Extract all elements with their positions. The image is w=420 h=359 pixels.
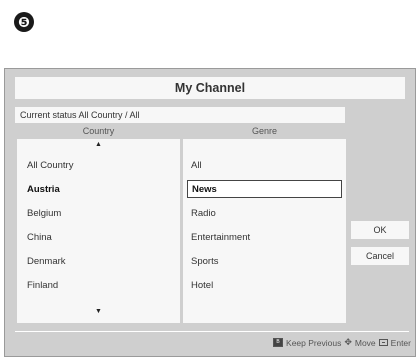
enter-key-icon	[378, 339, 388, 346]
country-item-china[interactable]: China	[27, 229, 52, 247]
genre-item-sports[interactable]: Sports	[191, 253, 218, 271]
dialog-title: My Channel	[15, 77, 405, 99]
country-item-all-country[interactable]: All Country	[27, 157, 73, 175]
country-item-denmark[interactable]: Denmark	[27, 253, 66, 271]
footer-divider	[15, 331, 409, 332]
genre-item-all[interactable]: All	[191, 157, 202, 175]
move-label: Move	[354, 337, 376, 348]
keep-previous-label: Keep Previous	[286, 337, 342, 348]
genre-item-radio[interactable]: Radio	[191, 205, 216, 223]
scroll-up-icon[interactable]: ▲	[17, 141, 180, 148]
genre-list[interactable]: All News Radio Entertainment Sports Hote…	[183, 139, 346, 323]
country-column-header: Country	[82, 126, 115, 136]
my-channel-dialog: My Channel Current status All Country / …	[4, 68, 416, 357]
genre-column-header: Genre	[251, 126, 277, 136]
ok-button[interactable]: OK	[351, 221, 409, 239]
keep-previous-key-icon: B	[273, 338, 284, 347]
country-item-finland[interactable]: Finland	[27, 277, 58, 295]
genre-item-news[interactable]: News	[187, 180, 342, 198]
enter-label: Enter	[390, 337, 411, 348]
move-arrows-icon: ✥	[344, 337, 352, 347]
country-list[interactable]: ▲ All Country Austria Belgium China Denm…	[17, 139, 180, 323]
genre-item-hotel[interactable]: Hotel	[191, 277, 213, 295]
cancel-button[interactable]: Cancel	[351, 247, 409, 265]
current-status: Current status All Country / All	[15, 107, 345, 123]
genre-item-entertainment[interactable]: Entertainment	[191, 229, 250, 247]
step-number-badge: ❺	[14, 12, 34, 32]
scroll-down-icon[interactable]: ▼	[17, 308, 180, 315]
help-bar: B Keep Previous ✥ Move Enter	[273, 337, 411, 348]
country-item-belgium[interactable]: Belgium	[27, 205, 61, 223]
country-item-austria[interactable]: Austria	[27, 181, 60, 199]
